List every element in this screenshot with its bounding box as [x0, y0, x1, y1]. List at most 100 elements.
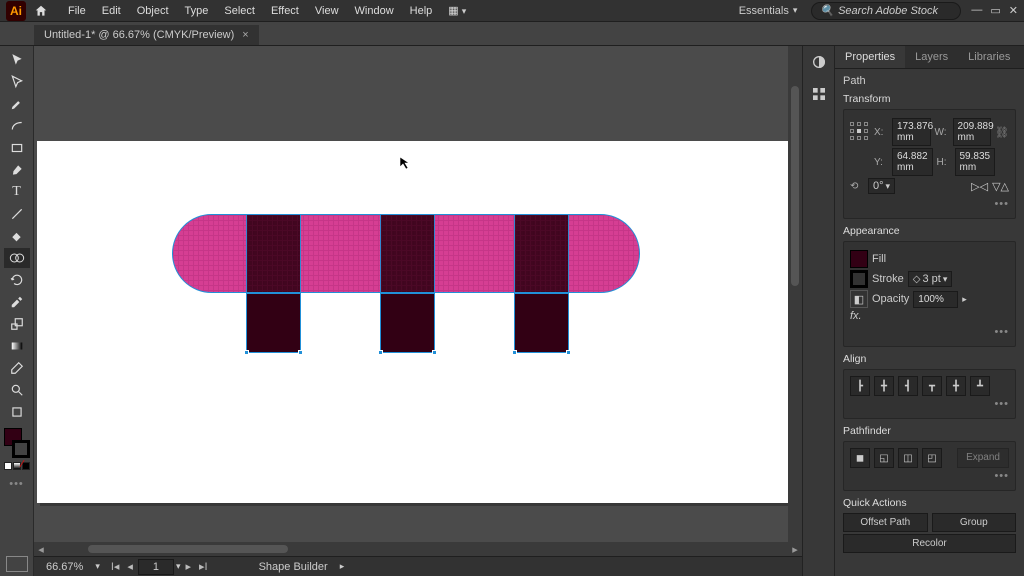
transform-y-input[interactable]: 64.882 mm — [892, 148, 933, 176]
pen-tool-icon[interactable] — [4, 94, 30, 114]
rotate-tool-icon[interactable] — [4, 270, 30, 290]
gradient-tool-icon[interactable] — [4, 336, 30, 356]
shape-rect-bottom-2[interactable] — [380, 293, 435, 353]
selection-handle[interactable] — [566, 350, 571, 355]
nav-first-icon[interactable]: I◂ — [108, 560, 123, 573]
pathfinder-intersect-icon[interactable]: ◫ — [898, 448, 918, 468]
stroke-swatch[interactable] — [12, 440, 30, 458]
selection-tool-icon[interactable] — [4, 50, 30, 70]
nav-next-icon[interactable]: ▸ — [182, 560, 194, 573]
artboard-tool-icon[interactable] — [4, 402, 30, 422]
menu-file[interactable]: File — [60, 5, 94, 17]
zoom-level[interactable]: 66.67% — [38, 561, 87, 573]
opacity-icon[interactable]: ◧ — [850, 290, 868, 308]
opacity-input[interactable]: 100% — [913, 291, 958, 308]
selection-handle[interactable] — [432, 350, 437, 355]
group-button[interactable]: Group — [932, 513, 1017, 532]
artboard[interactable] — [37, 141, 793, 503]
selection-handle[interactable] — [298, 350, 303, 355]
scroll-right-icon[interactable]: ▸ — [788, 543, 802, 556]
more-options-icon[interactable]: ••• — [850, 196, 1009, 212]
shape-rect-bottom-3[interactable] — [514, 293, 569, 353]
stroke-color-swatch[interactable] — [850, 270, 868, 288]
search-input[interactable]: 🔍 Search Adobe Stock — [811, 2, 961, 20]
fill-stroke-swatch[interactable] — [4, 428, 30, 458]
shape-rect-overlap-1[interactable] — [246, 214, 301, 293]
scrollbar-thumb[interactable] — [88, 545, 288, 553]
line-tool-icon[interactable] — [4, 204, 30, 224]
chevron-down-icon[interactable]: ▾ — [176, 561, 181, 572]
chevron-right-icon[interactable]: ▸ — [340, 561, 345, 572]
color-mode-row[interactable]: ∕ — [4, 462, 30, 470]
menu-effect[interactable]: Effect — [263, 5, 307, 17]
canvas[interactable]: ◂▸ — [34, 46, 802, 556]
home-icon[interactable] — [32, 2, 50, 20]
color-panel-icon[interactable] — [809, 52, 829, 72]
scale-tool-icon[interactable] — [4, 314, 30, 334]
menu-window[interactable]: Window — [347, 5, 402, 17]
shape-rect-bottom-1[interactable] — [246, 293, 301, 353]
selection-handle[interactable] — [512, 350, 517, 355]
align-left-icon[interactable]: ┣ — [850, 376, 870, 396]
align-bottom-icon[interactable]: ┻ — [970, 376, 990, 396]
curvature-tool-icon[interactable] — [4, 116, 30, 136]
menu-type[interactable]: Type — [177, 5, 217, 17]
rotation-input[interactable]: 0° ▾ — [868, 178, 895, 194]
menu-select[interactable]: Select — [216, 5, 263, 17]
shaper-tool-icon[interactable]: ◆ — [4, 226, 30, 246]
shape-rect-overlap-2[interactable] — [380, 214, 435, 293]
vertical-scrollbar[interactable] — [788, 46, 802, 542]
swatches-panel-icon[interactable] — [809, 84, 829, 104]
scrollbar-thumb[interactable] — [791, 86, 799, 286]
document-tab[interactable]: Untitled-1* @ 66.67% (CMYK/Preview) × — [34, 25, 259, 45]
tab-layers[interactable]: Layers — [905, 46, 958, 68]
window-maximize-icon[interactable]: ▭ — [990, 4, 1000, 17]
eyedropper-tool-icon[interactable] — [4, 292, 30, 312]
pathfinder-unite-icon[interactable]: ◼ — [850, 448, 870, 468]
close-icon[interactable]: × — [242, 29, 248, 41]
zoom-tool-icon[interactable] — [4, 380, 30, 400]
shape-builder-tool-icon[interactable] — [4, 248, 30, 268]
menu-view[interactable]: View — [307, 5, 347, 17]
reference-point-icon[interactable] — [850, 122, 870, 142]
type-tool-icon[interactable]: T — [4, 182, 30, 202]
shape-rect-overlap-3[interactable] — [514, 214, 569, 293]
eraser-tool-icon[interactable] — [4, 358, 30, 378]
align-top-icon[interactable]: ┳ — [922, 376, 942, 396]
stroke-weight-input[interactable]: ◇ 3 pt ▾ — [908, 271, 953, 287]
tab-properties[interactable]: Properties — [835, 46, 905, 68]
offset-path-button[interactable]: Offset Path — [843, 513, 928, 532]
selection-handle[interactable] — [378, 350, 383, 355]
scroll-left-icon[interactable]: ◂ — [34, 543, 48, 556]
more-options-icon[interactable]: ••• — [850, 324, 1009, 340]
fx-button[interactable]: fx. — [850, 310, 862, 322]
artboard-index[interactable]: 1 — [138, 559, 174, 575]
align-vcenter-icon[interactable]: ╋ — [946, 376, 966, 396]
horizontal-scrollbar[interactable]: ◂▸ — [34, 542, 802, 556]
screen-mode-icon[interactable] — [6, 556, 28, 572]
flip-horizontal-icon[interactable]: ▷◁ — [971, 180, 988, 193]
align-hcenter-icon[interactable]: ╋ — [874, 376, 894, 396]
transform-x-input[interactable]: 173.876 mm — [892, 118, 931, 146]
menu-help[interactable]: Help — [402, 5, 441, 17]
window-minimize-icon[interactable]: — — [971, 4, 982, 17]
fill-color-swatch[interactable] — [850, 250, 868, 268]
link-wh-icon[interactable]: ⛓ — [995, 126, 1009, 139]
nav-prev-icon[interactable]: ◂ — [124, 560, 136, 573]
chevron-right-icon[interactable]: ▸ — [962, 294, 967, 305]
direct-selection-tool-icon[interactable] — [4, 72, 30, 92]
selection-handle[interactable] — [244, 350, 249, 355]
chevron-down-icon[interactable]: ▾ — [95, 561, 100, 572]
more-options-icon[interactable]: ••• — [850, 396, 1009, 412]
paintbrush-tool-icon[interactable] — [4, 160, 30, 180]
menu-object[interactable]: Object — [129, 5, 177, 17]
workspace-switcher[interactable]: Essentials ▾ — [731, 3, 806, 19]
transform-w-input[interactable]: 209.889 mm — [953, 118, 992, 146]
pathfinder-minus-front-icon[interactable]: ◱ — [874, 448, 894, 468]
tab-libraries[interactable]: Libraries — [958, 46, 1020, 68]
align-right-icon[interactable]: ┫ — [898, 376, 918, 396]
arrange-docs-icon[interactable]: ▦ ▾ — [440, 4, 474, 17]
menu-edit[interactable]: Edit — [94, 5, 129, 17]
more-options-icon[interactable]: ••• — [850, 468, 1009, 484]
recolor-button[interactable]: Recolor — [843, 534, 1016, 553]
